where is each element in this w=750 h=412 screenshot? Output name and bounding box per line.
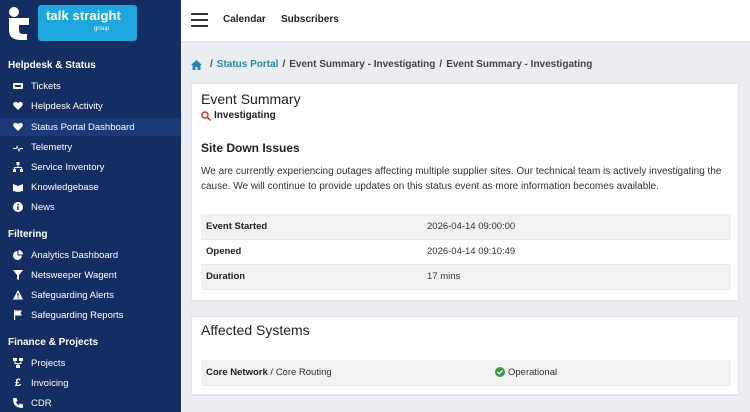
ticket-icon	[12, 80, 24, 92]
flag-icon	[12, 309, 24, 321]
sidebar-item-telemetry[interactable]: Telemetry	[0, 138, 181, 156]
detail-value: 17 mins	[422, 264, 731, 290]
sidebar-item-invoicing[interactable]: £ Invoicing	[0, 374, 181, 392]
system-status-cell: Operational	[490, 360, 731, 386]
affected-systems-table: Core Network / Core Routing Operational	[201, 360, 731, 386]
brand-sub: group	[94, 26, 110, 32]
sidebar-item-label: Telemetry	[31, 141, 73, 153]
filter-icon	[12, 269, 24, 281]
breadcrumb: / Status Portal / Event Summary - Invest…	[191, 59, 592, 70]
detail-key: Opened	[201, 239, 422, 265]
table-row: Opened 2026-04-14 09:10:49	[201, 239, 731, 265]
logo-mark-icon	[9, 7, 29, 40]
sidebar-item-label: CDR	[31, 397, 52, 409]
status-text: Investigating	[214, 110, 276, 121]
warning-icon	[12, 289, 24, 301]
breadcrumb-separator: /	[439, 59, 443, 70]
heartbeat-icon	[12, 100, 24, 112]
nav-link-subscribers[interactable]: Subscribers	[281, 14, 339, 25]
sidebar-item-safeguarding-alerts[interactable]: Safeguarding Alerts	[0, 286, 181, 304]
nav-link-calendar[interactable]: Calendar	[223, 14, 266, 25]
top-navbar: Calendar Subscribers	[181, 0, 750, 42]
brand-logo[interactable]: talk straight group	[5, 5, 137, 41]
sidebar-item-label: Invoicing	[31, 377, 69, 389]
heartbeat-icon	[12, 121, 24, 133]
sidebar-item-news[interactable]: News	[0, 198, 181, 216]
issue-title: Site Down Issues	[201, 141, 300, 155]
breadcrumb-separator: /	[282, 59, 286, 70]
pound-icon: £	[14, 377, 22, 389]
home-icon[interactable]	[191, 59, 202, 70]
section-helpdesk-status: Helpdesk & Status	[8, 60, 96, 71]
system-status: Operational	[508, 366, 558, 378]
detail-value: 2026-04-14 09:00:00	[422, 214, 731, 240]
sidebar-item-label: Service Inventory	[31, 161, 105, 173]
sidebar-item-label: Tickets	[31, 80, 61, 92]
page-title: Event Summary	[201, 91, 301, 107]
sidebar-item-safeguarding-reports[interactable]: Safeguarding Reports	[0, 306, 181, 324]
search-icon	[201, 110, 211, 121]
system-separator: /	[267, 366, 276, 378]
sidebar-item-label: Knowledgebase	[31, 181, 99, 193]
sidebar-item-knowledgebase[interactable]: Knowledgebase	[0, 178, 181, 196]
table-row: Duration 17 mins	[201, 264, 731, 290]
detail-value: 2026-04-14 09:10:49	[422, 239, 731, 265]
sitemap-icon	[12, 161, 24, 173]
status-badge: Investigating	[201, 110, 276, 121]
sidebar-item-label: Safeguarding Reports	[31, 309, 124, 321]
affected-systems-card: Affected Systems Core Network / Core Rou…	[191, 316, 739, 395]
sidebar-item-label: Safeguarding Alerts	[31, 289, 114, 301]
breadcrumb-current: Event Summary - Investigating	[446, 59, 593, 70]
sidebar-item-analytics-dashboard[interactable]: Analytics Dashboard	[0, 246, 181, 264]
sidebar-item-netsweeper-wagent[interactable]: Netsweeper Wagent	[0, 266, 181, 284]
sidebar-item-status-portal-dashboard[interactable]: Status Portal Dashboard	[0, 118, 181, 136]
system-cell: Core Network / Core Routing	[201, 360, 490, 386]
sidebar-item-tickets[interactable]: Tickets	[0, 77, 181, 95]
sidebar-item-label: Analytics Dashboard	[31, 249, 119, 261]
detail-key: Event Started	[201, 214, 422, 240]
system-group: Core Network	[206, 366, 268, 378]
projects-icon	[12, 357, 24, 369]
sidebar-item-projects[interactable]: Projects	[0, 354, 181, 372]
pie-chart-icon	[12, 249, 24, 261]
sidebar-item-label: Netsweeper Wagent	[31, 269, 117, 281]
menu-toggle-icon[interactable]	[191, 13, 208, 27]
section-filtering: Filtering	[8, 229, 48, 240]
sidebar-item-helpdesk-activity[interactable]: Helpdesk Activity	[0, 97, 181, 115]
table-row: Event Started 2026-04-14 09:00:00	[201, 214, 731, 240]
brand-name: talk straight	[46, 8, 121, 23]
knowledgebase-icon	[12, 181, 24, 193]
issue-description: We are currently experiencing outages af…	[201, 166, 722, 192]
sidebar-item-label: Status Portal Dashboard	[31, 121, 135, 133]
event-summary-card: Event Summary Investigating Site Down Is…	[191, 83, 739, 301]
breadcrumb-separator: /	[210, 59, 213, 70]
system-name: Core Routing	[275, 366, 332, 378]
section-finance-projects: Finance & Projects	[8, 337, 99, 348]
affected-systems-title: Affected Systems	[201, 322, 310, 338]
check-circle-icon	[495, 367, 505, 378]
sidebar: talk straight group Helpdesk & Status Ti…	[0, 0, 181, 412]
phone-icon	[12, 397, 24, 409]
sidebar-item-label: News	[31, 201, 55, 213]
logo-badge: talk straight group	[38, 5, 137, 41]
table-row: Core Network / Core Routing Operational	[201, 360, 731, 386]
sidebar-item-cdr[interactable]: CDR	[0, 394, 181, 412]
sidebar-item-service-inventory[interactable]: Service Inventory	[0, 158, 181, 176]
breadcrumb-item[interactable]: Event Summary - Investigating	[289, 59, 435, 70]
event-details-table: Event Started 2026-04-14 09:00:00 Opened…	[201, 214, 731, 290]
sidebar-item-label: Helpdesk Activity	[31, 100, 103, 112]
info-icon	[12, 201, 24, 213]
breadcrumb-status-portal[interactable]: Status Portal	[217, 59, 279, 70]
telemetry-icon	[12, 141, 24, 153]
detail-key: Duration	[201, 264, 422, 290]
sidebar-item-label: Projects	[31, 357, 66, 369]
